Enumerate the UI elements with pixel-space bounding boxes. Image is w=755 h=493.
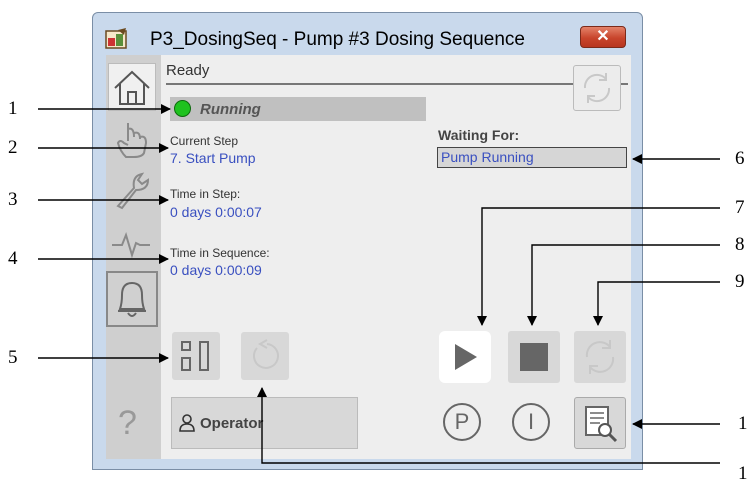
callout-3: 3 xyxy=(8,189,18,210)
callout-8: 8 xyxy=(735,234,745,255)
callout-10: 1 xyxy=(738,413,748,434)
callout-7: 7 xyxy=(735,197,745,218)
callout-4: 4 xyxy=(8,248,18,269)
callout-9: 9 xyxy=(735,271,745,292)
callout-2: 2 xyxy=(8,137,18,158)
callout-1: 1 xyxy=(8,98,18,119)
callout-6: 6 xyxy=(735,148,745,169)
callout-arrows xyxy=(38,104,720,464)
callout-11: 1 xyxy=(738,463,748,484)
callout-5: 5 xyxy=(8,347,18,368)
